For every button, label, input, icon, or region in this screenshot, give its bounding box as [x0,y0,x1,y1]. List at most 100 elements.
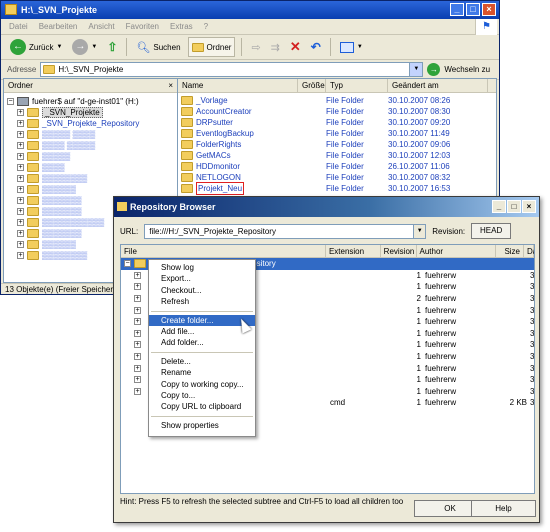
tree-node-obscured[interactable]: + ▒▒▒▒▒ [7,151,177,162]
file-row[interactable]: AccountCreator File Folder 30.10.2007 08:3… [178,106,496,117]
expand-icon[interactable]: + [17,120,24,127]
column-size[interactable]: Größe [298,79,326,92]
menu-item-copy-to-working-copy[interactable]: Copy to working copy... [149,379,255,390]
address-input[interactable]: H:\_SVN_Projekte ▼ [40,62,424,77]
menu-item-copy-to[interactable]: Copy to... [149,390,255,401]
tree-node-obscured[interactable]: + ▒▒▒▒▒ ▒▒▒▒ [7,129,177,140]
expand-icon[interactable]: + [17,186,24,193]
expand-icon[interactable]: + [134,271,141,279]
tree-node-obscured[interactable]: + ▒▒▒▒▒▒▒▒ [7,173,177,184]
up-button[interactable]: ⇧ [104,37,120,57]
go-button[interactable]: Wechseln zu [444,65,490,74]
menu-item-copy-url[interactable]: Copy URL to clipboard [149,401,255,412]
menu-item-show-properties[interactable]: Show properties [149,420,255,431]
menu-item-add-folder[interactable]: Add folder... [149,337,255,348]
column-extension[interactable]: Extension [326,245,381,257]
expand-icon[interactable]: + [17,252,24,259]
expand-icon[interactable]: + [17,197,24,204]
column-date[interactable]: Da [524,245,534,257]
collapse-icon[interactable]: − [124,260,131,268]
revision-button[interactable]: HEAD [471,223,512,239]
menu-item-rename[interactable]: Rename [149,367,255,378]
expand-icon[interactable]: + [134,306,141,314]
expand-icon[interactable]: + [134,341,141,349]
expand-icon[interactable]: + [134,283,141,291]
tree-root[interactable]: − fuehrer$ auf "d-ge-inst01" (H:) [7,96,177,107]
menu-extras[interactable]: Extras [170,19,193,34]
expand-icon[interactable]: + [17,142,24,149]
expand-icon[interactable]: + [17,131,24,138]
explorer-titlebar[interactable]: H:\_SVN_Projekte _ □ × [1,1,499,19]
back-button[interactable]: ← Zurück ▼ [7,37,65,57]
expand-icon[interactable]: + [134,353,141,361]
tree-node-obscured[interactable]: + ▒▒▒▒ ▒▒▒▒▒ [7,140,177,151]
repo-titlebar[interactable]: Repository Browser _ □ × [114,197,539,217]
expand-icon[interactable]: + [17,109,24,116]
menu-item-show-log[interactable]: Show log [149,262,255,273]
folders-button[interactable]: Ordner [187,37,236,57]
menu-item-checkout[interactable]: Checkout... [149,285,255,296]
chevron-down-icon[interactable]: ▼ [413,224,426,238]
menu-item-refresh[interactable]: Refresh [149,296,255,307]
file-row[interactable]: DRPsutter File Folder 30.10.2007 09:20 [178,117,496,128]
file-row[interactable]: FolderRights File Folder 30.10.2007 09:06 [178,139,496,150]
help-button[interactable]: Help [471,500,536,517]
folder-icon [27,174,39,183]
menu-bearbeiten[interactable]: Bearbeiten [39,19,78,34]
file-row[interactable]: HDDmonitor File Folder 26.10.2007 11:06 [178,161,496,172]
go-arrow-icon[interactable]: → [427,63,441,76]
close-button[interactable]: × [522,200,536,213]
minimize-button[interactable]: _ [450,3,464,16]
file-row[interactable]: EventlogBackup File Folder 30.10.2007 11:4… [178,128,496,139]
tree-node-obscured[interactable]: + ▒▒▒▒ [7,162,177,173]
undo-button[interactable]: ↶ [308,37,324,57]
column-modified[interactable]: Geändert am [388,79,488,92]
views-button[interactable]: ▼ [337,37,366,57]
menu-help[interactable]: ? [204,19,208,34]
move-to-button[interactable]: ⇨ [248,37,263,57]
column-revision[interactable]: Revision [381,245,417,257]
file-row[interactable]: _Vorlage File Folder 30.10.2007 08:26 [178,95,496,106]
copy-to-button[interactable]: ⇉ [268,37,283,57]
file-row[interactable]: GetMACs File Folder 30.10.2007 12:03 [178,150,496,161]
expand-icon[interactable]: + [134,295,141,303]
forward-button[interactable]: → ▼ [69,37,100,57]
column-file[interactable]: File [121,245,326,257]
expand-icon[interactable]: + [134,364,141,372]
expand-icon[interactable]: + [17,208,24,215]
expand-icon[interactable]: + [17,230,24,237]
expand-icon[interactable]: + [17,241,24,248]
expand-icon[interactable]: + [134,376,141,384]
search-button[interactable]: 🔍︎ Suchen [133,37,183,57]
tree-node-obscured[interactable]: + ▒▒▒▒▒▒ [7,184,177,195]
file-row-highlighted[interactable]: Projekt_Neu File Folder 30.10.2007 16:53 [178,182,496,195]
maximize-button[interactable]: □ [507,200,521,213]
menu-datei[interactable]: Datei [9,19,28,34]
expand-icon[interactable]: + [134,329,141,337]
folder-icon [134,259,146,269]
column-type[interactable]: Typ [326,79,388,92]
column-size[interactable]: Size [496,245,524,257]
column-name[interactable]: Name [178,79,298,92]
close-icon[interactable]: × [168,79,173,93]
chevron-down-icon[interactable]: ▼ [409,63,423,76]
maximize-button[interactable]: □ [466,3,480,16]
expand-icon[interactable]: + [17,219,24,226]
minimize-button[interactable]: _ [492,200,506,213]
tree-node-svn-repository[interactable]: + _SVN_Projekte_Repository [7,118,177,129]
menu-favoriten[interactable]: Favoriten [126,19,159,34]
tree-node-svn-projekte[interactable]: + _SVN_Projekte [7,107,177,118]
expand-icon[interactable]: + [17,164,24,171]
delete-button[interactable]: ✕ [287,37,304,57]
expand-icon[interactable]: + [134,318,141,326]
expand-icon[interactable]: + [17,153,24,160]
expand-icon[interactable]: + [17,175,24,182]
close-button[interactable]: × [482,3,496,16]
collapse-icon[interactable]: − [7,98,14,105]
expand-icon[interactable]: + [134,387,141,395]
menu-item-delete[interactable]: Delete... [149,356,255,367]
url-combobox[interactable]: file:///H:/_SVN_Projekte_Repository ▼ [144,223,427,239]
menu-ansicht[interactable]: Ansicht [88,19,114,34]
menu-item-export[interactable]: Export... [149,273,255,284]
column-author[interactable]: Author [417,245,497,257]
